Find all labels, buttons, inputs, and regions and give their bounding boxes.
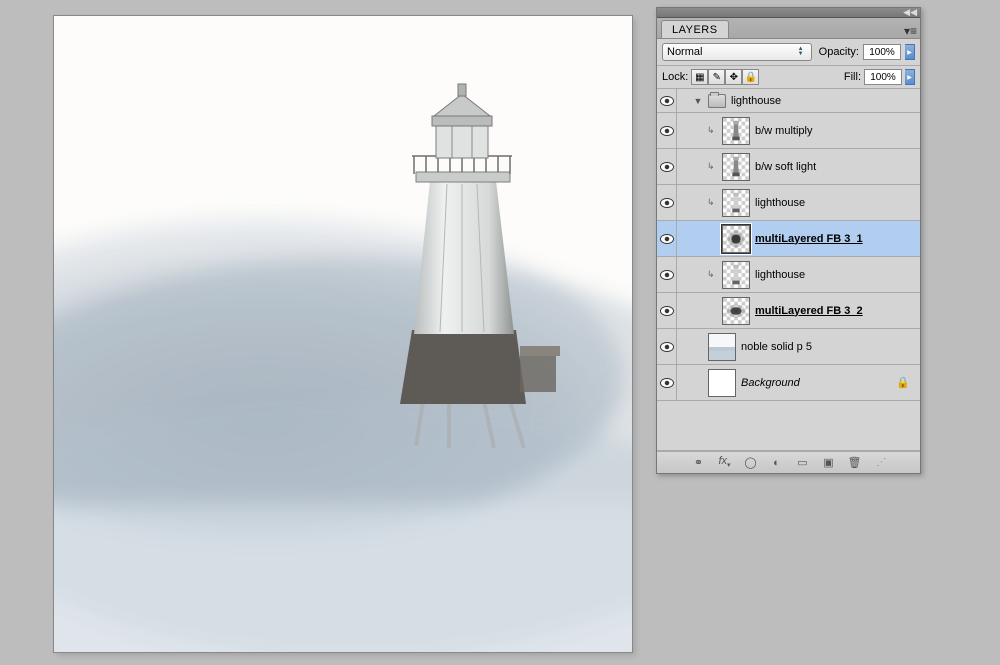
layer-name[interactable]: multiLayered FB 3_1 [755, 233, 863, 245]
layer-row[interactable]: multiLayered FB 3_1 [657, 221, 920, 257]
clip-arrow-icon: ↳ [707, 161, 717, 172]
layer-thumbnail[interactable] [708, 369, 736, 397]
visibility-icon[interactable] [660, 162, 674, 172]
document-canvas[interactable] [54, 16, 632, 652]
select-arrows-icon: ▲▼ [795, 47, 807, 57]
visibility-icon[interactable] [660, 126, 674, 136]
layer-name[interactable]: lighthouse [755, 269, 805, 281]
clip-arrow-icon: ↳ [707, 197, 717, 208]
panel-menu-icon[interactable]: ▾≡ [904, 24, 920, 38]
layer-name[interactable]: Background [741, 377, 800, 389]
new-icon[interactable]: ▣ [821, 456, 837, 469]
panel-tabs: LAYERS ▾≡ [657, 18, 920, 39]
link-icon[interactable]: ⚭ [691, 456, 707, 469]
opacity-field[interactable]: 100% [863, 44, 901, 60]
visibility-icon[interactable] [660, 342, 674, 352]
opacity-label: Opacity: [819, 46, 859, 58]
layer-row[interactable]: ↳ lighthouse [657, 185, 920, 221]
lock-pixels-icon[interactable]: ✎ [708, 69, 725, 85]
layer-thumbnail[interactable] [722, 225, 750, 253]
trash-icon[interactable]: 🗑 [847, 456, 863, 469]
layer-row[interactable]: ↳ lighthouse [657, 257, 920, 293]
blend-mode-select[interactable]: Normal ▲▼ [662, 43, 812, 61]
resize-grip-icon[interactable]: ⋰ [877, 457, 887, 468]
layer-thumbnail[interactable] [722, 261, 750, 289]
visibility-icon[interactable] [660, 378, 674, 388]
clip-arrow-icon: ↳ [707, 125, 717, 136]
collapse-icon[interactable]: ◀◀ [903, 7, 917, 18]
fx-icon[interactable]: fx▾ [717, 455, 733, 469]
group-icon[interactable]: ▭ [795, 456, 811, 469]
layer-row[interactable]: ↳ b/w soft light [657, 149, 920, 185]
layer-thumbnail[interactable] [722, 189, 750, 217]
layer-name[interactable]: multiLayered FB 3_2 [755, 305, 863, 317]
layers-panel: ◀◀ LAYERS ▾≡ Normal ▲▼ Opacity: 100% ▶ L… [656, 7, 921, 474]
visibility-icon[interactable] [660, 96, 674, 106]
layer-thumbnail[interactable] [722, 153, 750, 181]
layer-row[interactable]: multiLayered FB 3_2 [657, 293, 920, 329]
blend-opacity-row: Normal ▲▼ Opacity: 100% ▶ [657, 39, 920, 66]
lock-position-icon[interactable]: ✥ [725, 69, 742, 85]
mask-icon[interactable]: ◯ [743, 456, 759, 469]
fill-dropdown-icon[interactable]: ▶ [905, 69, 915, 85]
lock-fill-row: Lock: ▦ ✎ ✥ 🔒 Fill: 100% ▶ [657, 66, 920, 89]
lock-icon: 🔒 [896, 376, 910, 389]
clip-arrow-icon: ↳ [707, 269, 717, 280]
fill-field[interactable]: 100% [864, 69, 902, 85]
blend-mode-value: Normal [667, 46, 702, 58]
visibility-icon[interactable] [660, 306, 674, 316]
disclosure-icon[interactable]: ▼ [693, 96, 703, 106]
visibility-icon[interactable] [660, 234, 674, 244]
panel-topbar[interactable]: ◀◀ [657, 8, 920, 18]
lock-label: Lock: [662, 71, 688, 83]
fill-label: Fill: [844, 71, 861, 83]
layer-name[interactable]: b/w multiply [755, 125, 812, 137]
layer-row[interactable]: ↳ b/w multiply [657, 113, 920, 149]
opacity-dropdown-icon[interactable]: ▶ [905, 44, 915, 60]
layer-group-lighthouse[interactable]: ▼ lighthouse [657, 89, 920, 113]
visibility-icon[interactable] [660, 198, 674, 208]
layer-list: ▼ lighthouse ↳ b/w multiply ↳ b/w soft ligh… [657, 89, 920, 451]
panel-footer: ⚭ fx▾ ◯ ◐ ▭ ▣ 🗑 ⋰ [657, 451, 920, 473]
layer-thumbnail[interactable] [722, 117, 750, 145]
layer-thumbnail[interactable] [708, 333, 736, 361]
lock-all-icon[interactable]: 🔒 [742, 69, 759, 85]
layer-name[interactable]: lighthouse [731, 95, 781, 107]
layer-row[interactable]: Background 🔒 [657, 365, 920, 401]
visibility-icon[interactable] [660, 270, 674, 280]
adjust-icon[interactable]: ◐ [769, 457, 785, 469]
layer-row[interactable]: noble solid p 5 [657, 329, 920, 365]
lock-transparency-icon[interactable]: ▦ [691, 69, 708, 85]
layer-name[interactable]: b/w soft light [755, 161, 816, 173]
layer-name[interactable]: lighthouse [755, 197, 805, 209]
layer-name[interactable]: noble solid p 5 [741, 341, 812, 353]
layer-thumbnail[interactable] [722, 297, 750, 325]
folder-icon [708, 94, 726, 108]
tab-layers[interactable]: LAYERS [661, 20, 729, 38]
